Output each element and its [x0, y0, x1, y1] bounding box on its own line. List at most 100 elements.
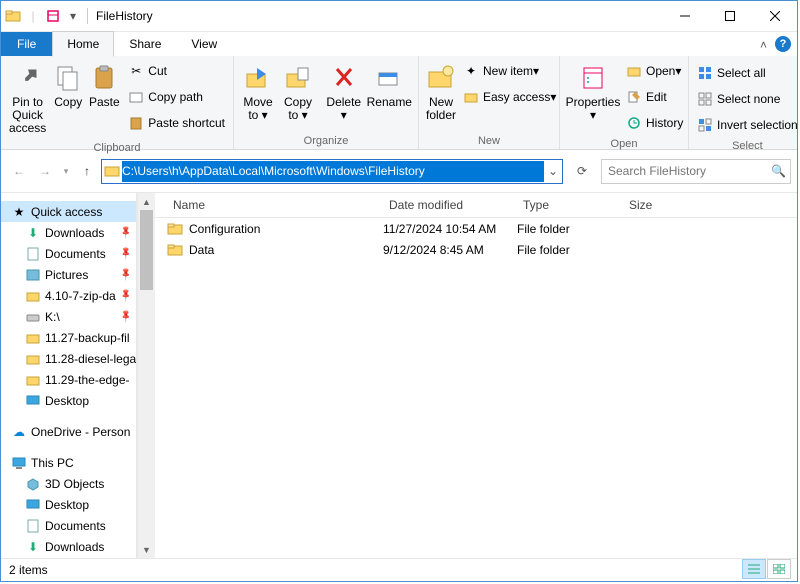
col-type[interactable]: Type: [517, 198, 623, 212]
forward-button[interactable]: →: [33, 159, 57, 183]
navigation-bar: ← → ▾ ↑ ⌄ ⟳ 🔍: [1, 150, 797, 192]
copy-path-button[interactable]: Copy path: [124, 84, 229, 110]
copy-to-button[interactable]: Copyto ▾: [278, 58, 318, 126]
scroll-down-icon[interactable]: ▼: [138, 541, 155, 558]
nav-documents[interactable]: Documents: [1, 243, 136, 264]
paste-button[interactable]: Paste: [86, 58, 122, 113]
ribbon-tabs: File Home Share View ˄ ?: [1, 32, 797, 56]
properties-button[interactable]: Properties▾: [564, 58, 622, 126]
nav-quick-access[interactable]: ★Quick access: [1, 201, 136, 222]
nav-pictures[interactable]: Pictures: [1, 264, 136, 285]
nav-folder-edge[interactable]: 11.29-the-edge-: [1, 369, 136, 390]
star-icon: ★: [11, 204, 27, 220]
select-all-button[interactable]: Select all: [693, 60, 800, 86]
new-folder-button[interactable]: Newfolder: [423, 58, 459, 126]
search-box[interactable]: 🔍: [601, 159, 791, 184]
nav-downloads[interactable]: ⬇Downloads: [1, 222, 136, 243]
tab-home[interactable]: Home: [52, 31, 114, 57]
nav-folder-backup[interactable]: 11.27-backup-fil: [1, 327, 136, 348]
qat-dropdown-icon[interactable]: ▾: [65, 8, 81, 24]
recent-locations-button[interactable]: ▾: [59, 159, 73, 183]
search-input[interactable]: [606, 163, 771, 179]
nav-folder-7zip[interactable]: 4.10-7-zip-da: [1, 285, 136, 306]
refresh-button[interactable]: ⟳: [569, 158, 595, 184]
edit-button[interactable]: Edit: [622, 84, 687, 110]
folder-icon: [102, 163, 122, 179]
list-item[interactable]: Data 9/12/2024 8:45 AM File folder: [155, 239, 797, 260]
properties-qat-icon[interactable]: [45, 8, 61, 24]
delete-button[interactable]: Delete ▾: [323, 58, 365, 126]
move-to-button[interactable]: Moveto ▾: [238, 58, 278, 126]
address-dropdown-icon[interactable]: ⌄: [544, 164, 562, 178]
scroll-thumb[interactable]: [140, 210, 153, 290]
nav-drive-k[interactable]: K:\: [1, 306, 136, 327]
scroll-up-icon[interactable]: ▲: [138, 193, 155, 210]
group-label-organize: Organize: [238, 133, 414, 149]
3d-icon: [25, 476, 41, 492]
invert-selection-button[interactable]: Invert selection: [693, 112, 800, 138]
nav-desktop[interactable]: Desktop: [1, 390, 136, 411]
item-count: 2 items: [9, 563, 48, 577]
easy-access-button[interactable]: Easy access ▾: [459, 84, 560, 110]
history-button[interactable]: History: [622, 110, 687, 136]
cut-button[interactable]: ✂Cut: [124, 58, 229, 84]
documents-icon: [25, 518, 41, 534]
explorer-window: | ▾ FileHistory File Home Share View ˄ ?…: [0, 0, 798, 582]
group-label-new: New: [423, 133, 555, 149]
documents-icon: [25, 246, 41, 262]
tab-share[interactable]: Share: [114, 31, 176, 57]
file-date: 11/27/2024 10:54 AM: [377, 222, 511, 236]
file-date: 9/12/2024 8:45 AM: [377, 243, 511, 257]
navigation-pane[interactable]: ★Quick access ⬇Downloads Documents Pictu…: [1, 193, 137, 558]
address-input[interactable]: [122, 161, 544, 182]
view-thumbnails-button[interactable]: [767, 559, 791, 579]
rename-button[interactable]: Rename: [365, 58, 414, 113]
select-none-button[interactable]: Select none: [693, 86, 800, 112]
list-item[interactable]: Configuration 11/27/2024 10:54 AM File f…: [155, 218, 797, 239]
column-headers: Name Date modified Type Size: [155, 193, 797, 218]
col-size[interactable]: Size: [623, 198, 689, 212]
minimize-button[interactable]: [662, 2, 707, 31]
nav-folder-diesel[interactable]: 11.28-diesel-lega: [1, 348, 136, 369]
delete-icon: [328, 62, 360, 94]
properties-icon: [577, 62, 609, 94]
select-none-icon: [697, 91, 713, 107]
help-icon[interactable]: ?: [775, 36, 791, 52]
paste-shortcut-button[interactable]: Paste shortcut: [124, 110, 229, 136]
address-bar[interactable]: ⌄: [101, 159, 563, 184]
select-all-icon: [697, 65, 713, 81]
nav-pc-documents[interactable]: Documents: [1, 515, 136, 536]
nav-scrollbar[interactable]: ▲ ▼: [137, 193, 155, 558]
nav-pc-desktop[interactable]: Desktop: [1, 494, 136, 515]
open-button[interactable]: Open ▾: [622, 58, 687, 84]
nav-pc-downloads[interactable]: ⬇Downloads: [1, 536, 136, 557]
scissors-icon: ✂: [128, 63, 144, 79]
close-button[interactable]: [752, 2, 797, 31]
invert-icon: [697, 117, 713, 133]
pin-to-quick-access-button[interactable]: Pin to Quickaccess: [5, 58, 50, 140]
nav-3d-objects[interactable]: 3D Objects: [1, 473, 136, 494]
back-button[interactable]: ←: [7, 159, 31, 183]
new-item-button[interactable]: ✦New item ▾: [459, 58, 560, 84]
folder-icon: [25, 351, 41, 367]
nav-this-pc[interactable]: This PC: [1, 452, 136, 473]
collapse-ribbon-icon[interactable]: ˄: [760, 38, 767, 52]
tab-view[interactable]: View: [176, 31, 232, 57]
folder-icon: [167, 242, 183, 258]
content-area: ★Quick access ⬇Downloads Documents Pictu…: [1, 192, 797, 558]
ribbon: Pin to Quickaccess Copy Paste ✂Cut Copy …: [1, 56, 797, 150]
file-name: Configuration: [189, 222, 260, 236]
maximize-button[interactable]: [707, 2, 752, 31]
col-name[interactable]: Name: [167, 198, 383, 212]
col-date[interactable]: Date modified: [383, 198, 517, 212]
tab-file[interactable]: File: [1, 32, 52, 56]
view-details-button[interactable]: [742, 559, 766, 579]
file-list[interactable]: Name Date modified Type Size Configurati…: [155, 193, 797, 558]
up-button[interactable]: ↑: [75, 159, 99, 183]
pin-icon: [12, 62, 44, 94]
window-title: FileHistory: [96, 9, 153, 23]
new-item-icon: ✦: [463, 63, 479, 79]
nav-onedrive[interactable]: ☁OneDrive - Person: [1, 421, 136, 442]
copy-button[interactable]: Copy: [50, 58, 86, 113]
copy-icon: [52, 62, 84, 94]
